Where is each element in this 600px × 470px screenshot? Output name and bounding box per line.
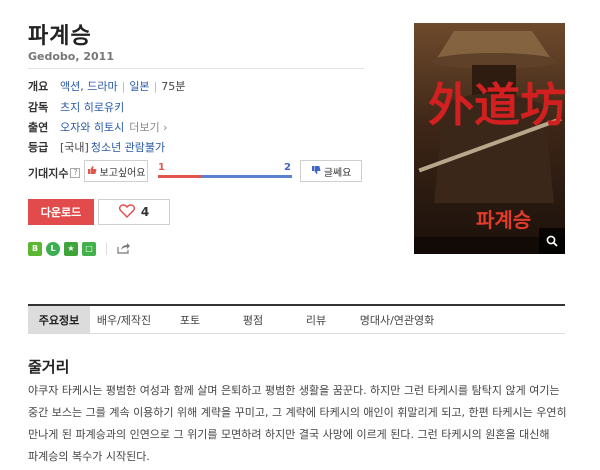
not-sure-label: 글쎄요 — [323, 167, 352, 179]
genre-link[interactable]: 액션, 드라마 — [60, 78, 118, 94]
help-icon[interactable]: ? — [70, 168, 81, 178]
thumbs-down-icon — [311, 165, 321, 178]
movie-poster[interactable]: 外道坊 파계승 — [414, 23, 565, 254]
poster-korean-title: 파계승 — [476, 208, 531, 232]
naver-band-icon[interactable]: B — [28, 241, 42, 256]
poster-calligraphy: 外道坊 — [428, 78, 565, 132]
square-share-icon[interactable]: □ — [82, 241, 96, 256]
tab-quotes-related[interactable]: 명대사/연관영화 — [348, 306, 446, 334]
want-count: 1 — [158, 162, 165, 173]
not-want-bar — [202, 175, 292, 178]
synopsis-text: 야쿠자 타케시는 평범한 여성과 함께 살며 은퇴하고 평범한 생활을 꿈꾼다.… — [28, 384, 567, 463]
star-icon[interactable]: ★ — [64, 241, 78, 256]
tab-review[interactable]: 리뷰 — [284, 306, 348, 334]
divider — [28, 68, 364, 69]
info-overview-row: 개요 액션, 드라마 | 일본 | 75분 — [28, 78, 185, 94]
runtime: 75분 — [161, 80, 186, 93]
separator: | — [153, 79, 158, 93]
not-want-count: 2 — [284, 162, 291, 173]
divider — [106, 242, 107, 255]
not-sure-button[interactable]: 글쎄요 — [300, 160, 362, 182]
director-link[interactable]: 츠지 히로유키 — [60, 99, 124, 115]
thumbs-up-icon — [87, 165, 97, 178]
tab-main-info[interactable]: 주요정보 — [28, 306, 90, 334]
want-bar — [158, 175, 202, 178]
info-cast-row: 출연 오자와 히토시 더보기 › — [28, 119, 168, 135]
like-count: 4 — [140, 205, 150, 219]
cast-label: 출연 — [28, 121, 49, 134]
rating-region: [국내] — [60, 141, 89, 154]
share-icons: B L ★ □ — [28, 239, 131, 258]
synopsis-title: 줄거리 — [28, 358, 70, 376]
rating-grade-link[interactable]: 청소년 관람불가 — [91, 139, 165, 155]
chevron-right-icon: › — [163, 121, 168, 134]
director-label: 감독 — [28, 101, 49, 114]
tab-rating[interactable]: 평점 — [222, 306, 284, 334]
want-to-see-button[interactable]: 보고싶어요 — [84, 160, 148, 182]
heart-icon — [118, 203, 135, 221]
movie-title: 파계승 — [28, 24, 92, 49]
more-cast-link[interactable]: 더보기 › — [129, 119, 167, 135]
cast-link[interactable]: 오자와 히토시 — [60, 119, 124, 135]
overview-label: 개요 — [28, 80, 49, 93]
rating-label: 등급 — [28, 141, 49, 154]
tab-photo[interactable]: 포토 — [158, 306, 222, 334]
movie-subtitle: Gedobo, 2011 — [28, 50, 114, 63]
search-icon[interactable] — [539, 228, 565, 254]
separator: | — [121, 79, 126, 93]
want-to-see-label: 보고싶어요 — [99, 167, 146, 179]
info-rating-row: 등급 [국내] 청소년 관람불가 — [28, 139, 165, 155]
like-button[interactable]: 4 — [98, 199, 170, 225]
expectation-label: 기대지수 ? — [28, 165, 81, 181]
tab-bar: 주요정보 배우/제작진 포토 평점 리뷰 명대사/연관영화 — [28, 304, 565, 334]
line-icon[interactable]: L — [46, 241, 60, 256]
download-button[interactable]: 다운로드 — [28, 199, 94, 225]
tab-cast-crew[interactable]: 배우/제작진 — [90, 306, 158, 334]
share-icon[interactable] — [117, 239, 131, 258]
country-link[interactable]: 일본 — [129, 78, 149, 94]
info-director-row: 감독 츠지 히로유키 — [28, 99, 124, 115]
